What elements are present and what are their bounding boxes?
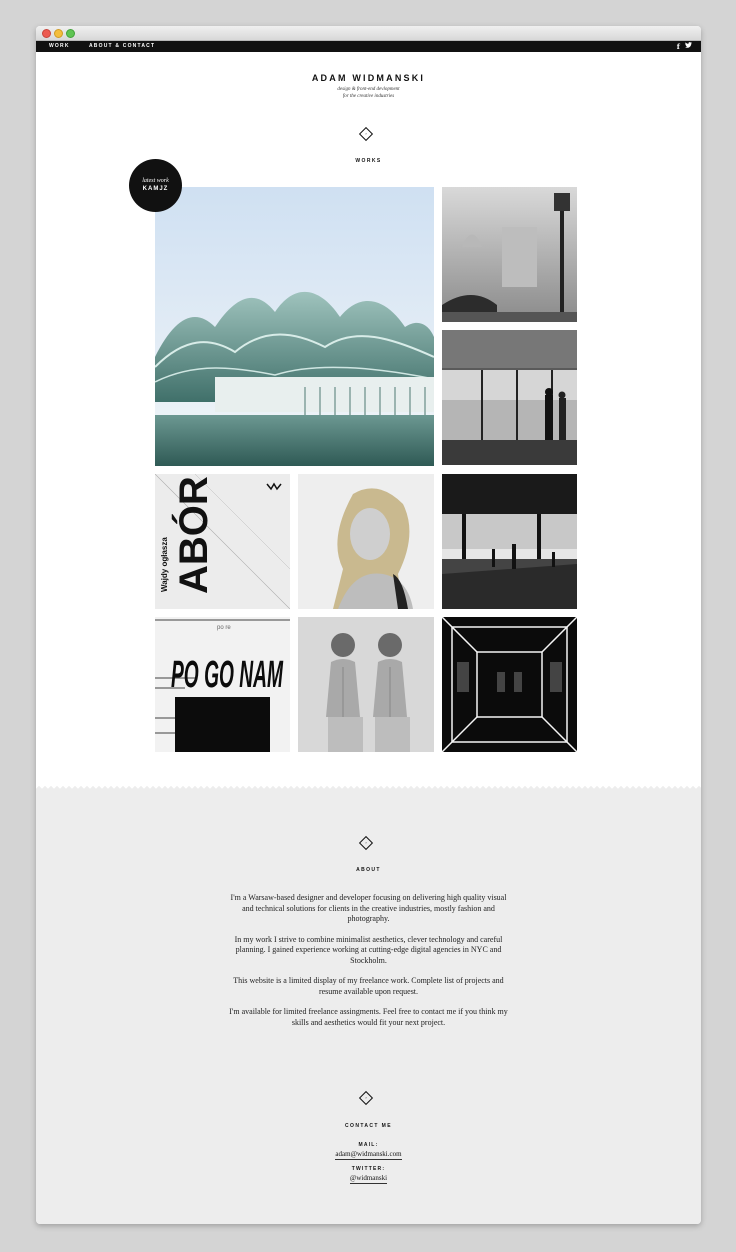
mail-label: MAIL:: [358, 1142, 379, 1148]
browser-window: WORK ABOUT & CONTACT f ADAM WIDMANSKI de…: [36, 26, 701, 1224]
pogo-side-text: po re: [217, 625, 231, 631]
work-tile-poster-nabor[interactable]: ABÓR 012 Wajdy ogłasza: [155, 474, 290, 609]
zoom-window-button[interactable]: [66, 29, 75, 38]
work-tile-portrait[interactable]: [298, 474, 434, 609]
about-paragraph: This website is a limited display of my …: [233, 976, 504, 996]
site-subtitle: design & front-end devlopment for the cr…: [36, 86, 701, 100]
twitter-icon[interactable]: [685, 42, 692, 50]
work-tile-featured-architecture[interactable]: [155, 187, 434, 466]
work-tile-vintage-corsets[interactable]: [298, 617, 434, 752]
twitter-link-wrapper: @widmanski: [36, 1174, 701, 1184]
work-tile-misty-street[interactable]: [442, 187, 577, 322]
badge-project-name: KAMJZ: [142, 186, 169, 192]
facebook-icon[interactable]: f: [677, 42, 681, 51]
work-tile-neon-interior[interactable]: [442, 617, 577, 752]
about-paragraph: I'm available for limited freelance assi…: [229, 1007, 508, 1027]
subtitle-line-1: design & front-end devlopment: [337, 87, 400, 92]
mail-link[interactable]: adam@widmanski.com: [335, 1150, 402, 1160]
latest-work-badge[interactable]: latest work KAMJZ: [129, 159, 182, 212]
minimize-window-button[interactable]: [54, 29, 63, 38]
works-scroll-diamond-icon[interactable]: ›: [358, 126, 374, 142]
work-tile-terrace[interactable]: [442, 474, 577, 609]
section-divider-zigzag: [36, 783, 701, 789]
twitter-link[interactable]: @widmanski: [349, 1174, 388, 1184]
window-titlebar: [36, 26, 701, 41]
about-heading: ABOUT: [356, 867, 381, 873]
about-body: I'm a Warsaw-based designer and develope…: [226, 893, 511, 1038]
subtitle-line-2: for the creative industries: [342, 94, 395, 99]
nav-work-link[interactable]: WORK: [49, 43, 70, 49]
top-navbar: WORK ABOUT & CONTACT f: [36, 41, 701, 52]
about-paragraph: In my work I strive to combine minimalis…: [234, 934, 503, 965]
close-window-button[interactable]: [42, 29, 51, 38]
work-tile-pogonam[interactable]: po re PO GO NAM: [155, 617, 290, 752]
nav-about-contact-link[interactable]: ABOUT & CONTACT: [89, 43, 155, 49]
contact-heading: CONTACT ME: [345, 1123, 392, 1129]
pogo-main-text: PO GO NAM: [171, 654, 284, 696]
twitter-label: TWITTER:: [351, 1166, 386, 1172]
poster-main-text: ABÓR 012: [170, 474, 216, 594]
about-paragraph: I'm a Warsaw-based designer and develope…: [230, 893, 507, 923]
site-title: ADAM WIDMANSKI: [311, 73, 426, 83]
mail-link-wrapper: adam@widmanski.com: [36, 1150, 701, 1160]
badge-caption: latest work: [142, 178, 169, 184]
poster-sub-text: Wajdy ogłasza: [160, 537, 169, 592]
works-heading: WORKS: [355, 158, 382, 164]
work-tile-window-view[interactable]: [442, 330, 577, 465]
